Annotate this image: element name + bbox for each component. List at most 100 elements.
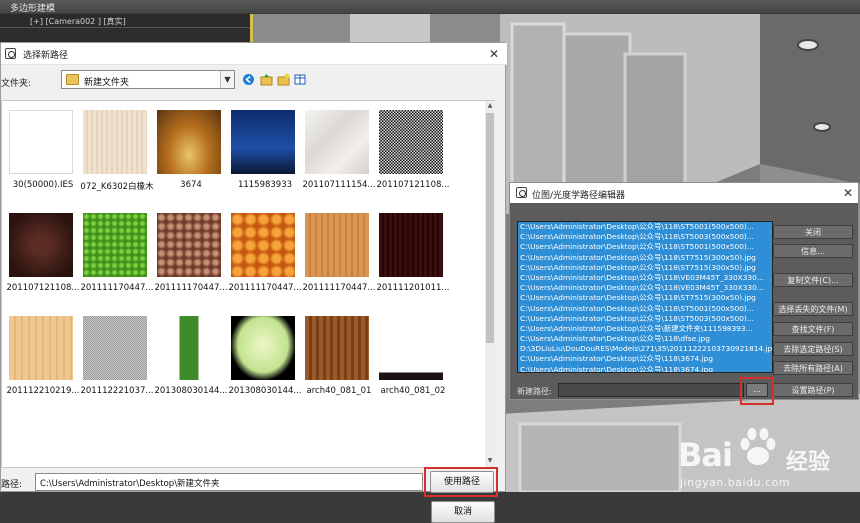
scroll-thumb[interactable]: [486, 113, 494, 343]
view-menu-icon[interactable]: [294, 73, 307, 86]
baidu-watermark: Bai 经验 jingyan.baidu.com: [676, 422, 860, 492]
texture-thumbnail: [157, 110, 221, 174]
path-input[interactable]: C:\Users\Administrator\Desktop\新建文件夹: [35, 473, 423, 491]
select-missing-button[interactable]: 选择丢失的文件(M): [773, 302, 853, 316]
file-item[interactable]: 201112210219...: [4, 316, 80, 416]
file-item[interactable]: 201112221037...: [78, 316, 154, 416]
path-row[interactable]: C:\Users\Administrator\Desktop\公众号\118\3…: [518, 364, 772, 372]
path-row[interactable]: C:\Users\Administrator\Desktop\公众号\118\S…: [518, 293, 772, 304]
file-item[interactable]: 201111170447...: [78, 213, 154, 313]
texture-thumbnail: [231, 110, 295, 174]
app-icon: [516, 187, 527, 198]
up-folder-icon[interactable]: [260, 73, 273, 86]
vertical-scrollbar[interactable]: ▲ ▼: [485, 101, 495, 467]
path-row[interactable]: D:\3DLiuLiu\DouDouRES\Models\271\35\2011…: [518, 344, 772, 355]
new-path-label: 新建路径:: [517, 387, 552, 396]
path-row[interactable]: C:\Users\Administrator\Desktop\公众号\新建文件夹…: [518, 323, 772, 335]
close-button[interactable]: 关闭: [773, 225, 853, 239]
path-row[interactable]: C:\Users\Administrator\Desktop\公众号\118\S…: [518, 262, 772, 273]
path-row[interactable]: C:\Users\Administrator\Desktop\公众号\118\3…: [518, 354, 772, 365]
path-row[interactable]: C:\Users\Administrator\Desktop\公众号\118\V…: [518, 283, 772, 294]
find-file-button[interactable]: 查找文件(F): [773, 322, 853, 336]
path-row[interactable]: C:\Users\Administrator\Desktop\公众号\118\S…: [518, 303, 772, 314]
close-icon[interactable]: ✕: [843, 187, 853, 199]
path-label: 路径:: [1, 480, 23, 490]
scroll-down-icon[interactable]: ▼: [485, 457, 495, 464]
texture-thumbnail: [9, 213, 73, 277]
app-icon: [5, 48, 16, 59]
paw-icon: [740, 428, 776, 465]
file-name: arch40_081_02: [380, 386, 446, 396]
file-name: 201111201011...: [376, 283, 450, 293]
new-folder-icon[interactable]: [277, 73, 290, 86]
texture-thumbnail: [231, 316, 295, 380]
texture-thumbnail: [305, 110, 369, 174]
back-icon[interactable]: [242, 73, 255, 86]
file-item[interactable]: 201308030144...: [152, 316, 228, 416]
chevron-down-icon[interactable]: ▼: [220, 71, 234, 88]
dialog-title: 选择新路径: [23, 51, 69, 61]
close-icon[interactable]: ✕: [489, 48, 499, 60]
path-row[interactable]: C:\Users\Administrator\Desktop\公众号\118\S…: [518, 313, 772, 324]
scroll-up-icon[interactable]: ▲: [485, 102, 495, 109]
watermark-brand: Bai: [678, 436, 733, 474]
document-icon: [9, 110, 73, 174]
path-row[interactable]: C:\Users\Administrator\Desktop\公众号\118\S…: [518, 252, 772, 263]
set-path-button[interactable]: 设置路径(P): [773, 383, 853, 397]
dialog-titlebar: 选择新路径 ✕: [1, 43, 507, 65]
app-title: 多边形建模: [10, 4, 56, 14]
file-item[interactable]: arch40_081_01: [300, 316, 376, 416]
folder-icon: [66, 74, 79, 85]
file-item[interactable]: 072_K6302白橡木: [78, 110, 154, 210]
file-item[interactable]: 201107121108...: [374, 110, 450, 210]
texture-thumbnail: [379, 110, 443, 174]
texture-thumbnail: [157, 316, 221, 380]
use-path-button[interactable]: 使用路径: [430, 471, 494, 493]
new-path-input[interactable]: [558, 383, 744, 397]
file-item[interactable]: 201111201011...: [374, 213, 450, 313]
texture-thumbnail: [305, 316, 369, 380]
path-row[interactable]: C:\Users\Administrator\Desktop\公众号\118\S…: [518, 242, 772, 253]
file-item[interactable]: arch40_081_02: [374, 316, 450, 416]
texture-thumbnail: [83, 213, 147, 277]
lookin-value: 新建文件夹: [84, 78, 130, 88]
file-item[interactable]: 201107111154...: [300, 110, 376, 210]
file-item[interactable]: 201308030144...: [226, 316, 302, 416]
texture-thumbnail: [379, 213, 443, 277]
texture-thumbnail: [305, 213, 369, 277]
watermark-suffix: 经验: [786, 450, 831, 475]
texture-thumbnail: [9, 316, 73, 380]
path-row[interactable]: C:\Users\Administrator\Desktop\公众号\118\S…: [518, 232, 772, 243]
file-item[interactable]: 201111170447...: [152, 213, 228, 313]
choose-new-path-dialog: 选择新路径 ✕ 文件夹: 新建文件夹 ▼ 30(50000).IES 072_K6…: [0, 42, 507, 523]
texture-thumbnail: [157, 213, 221, 277]
file-list[interactable]: 30(50000).IES 072_K6302白橡木 3674 1115983933 2…: [1, 100, 495, 468]
strip-all-button[interactable]: 去除所有路径(A): [773, 361, 853, 375]
browse-button[interactable]: ...: [746, 383, 768, 397]
lookin-dropdown[interactable]: 新建文件夹 ▼: [61, 70, 235, 89]
file-item[interactable]: 30(50000).IES: [4, 110, 80, 210]
file-item[interactable]: 201111170447...: [300, 213, 376, 313]
copy-files-button[interactable]: 复制文件(C)...: [773, 273, 853, 287]
editor-title: 位图/光度学路径编辑器: [532, 191, 626, 201]
strip-selected-button[interactable]: 去除选定路径(S): [773, 342, 853, 356]
app-titlebar: 多边形建模: [0, 0, 860, 14]
viewport-label-bar: [+] [Camera002 ] [真实]: [0, 14, 250, 28]
path-list[interactable]: C:\Users\Administrator\Desktop\公众号\118\S…: [517, 221, 773, 373]
texture-thumbnail: [231, 213, 295, 277]
viewport-label[interactable]: [+] [Camera002 ] [真实]: [30, 16, 126, 27]
path-row[interactable]: C:\Users\Administrator\Desktop\公众号\118\d…: [518, 334, 772, 345]
editor-titlebar: 位图/光度学路径编辑器 ✕: [510, 183, 858, 203]
bitmap-path-editor-dialog: 位图/光度学路径编辑器 ✕ C:\Users\Administrator\Des…: [509, 182, 859, 405]
file-item[interactable]: 201107121108...: [4, 213, 80, 313]
file-item[interactable]: 201111170447...: [226, 213, 302, 313]
watermark-url: jingyan.baidu.com: [680, 476, 791, 489]
cancel-button[interactable]: 取消: [431, 501, 495, 523]
info-button[interactable]: 信息...: [773, 244, 853, 258]
path-row[interactable]: C:\Users\Administrator\Desktop\公众号\118\V…: [518, 272, 772, 284]
lookin-label: 文件夹:: [1, 79, 32, 89]
file-item[interactable]: 1115983933: [226, 110, 302, 210]
texture-thumbnail: [83, 316, 147, 380]
path-row[interactable]: C:\Users\Administrator\Desktop\公众号\118\S…: [518, 222, 772, 233]
file-item[interactable]: 3674: [152, 110, 228, 210]
